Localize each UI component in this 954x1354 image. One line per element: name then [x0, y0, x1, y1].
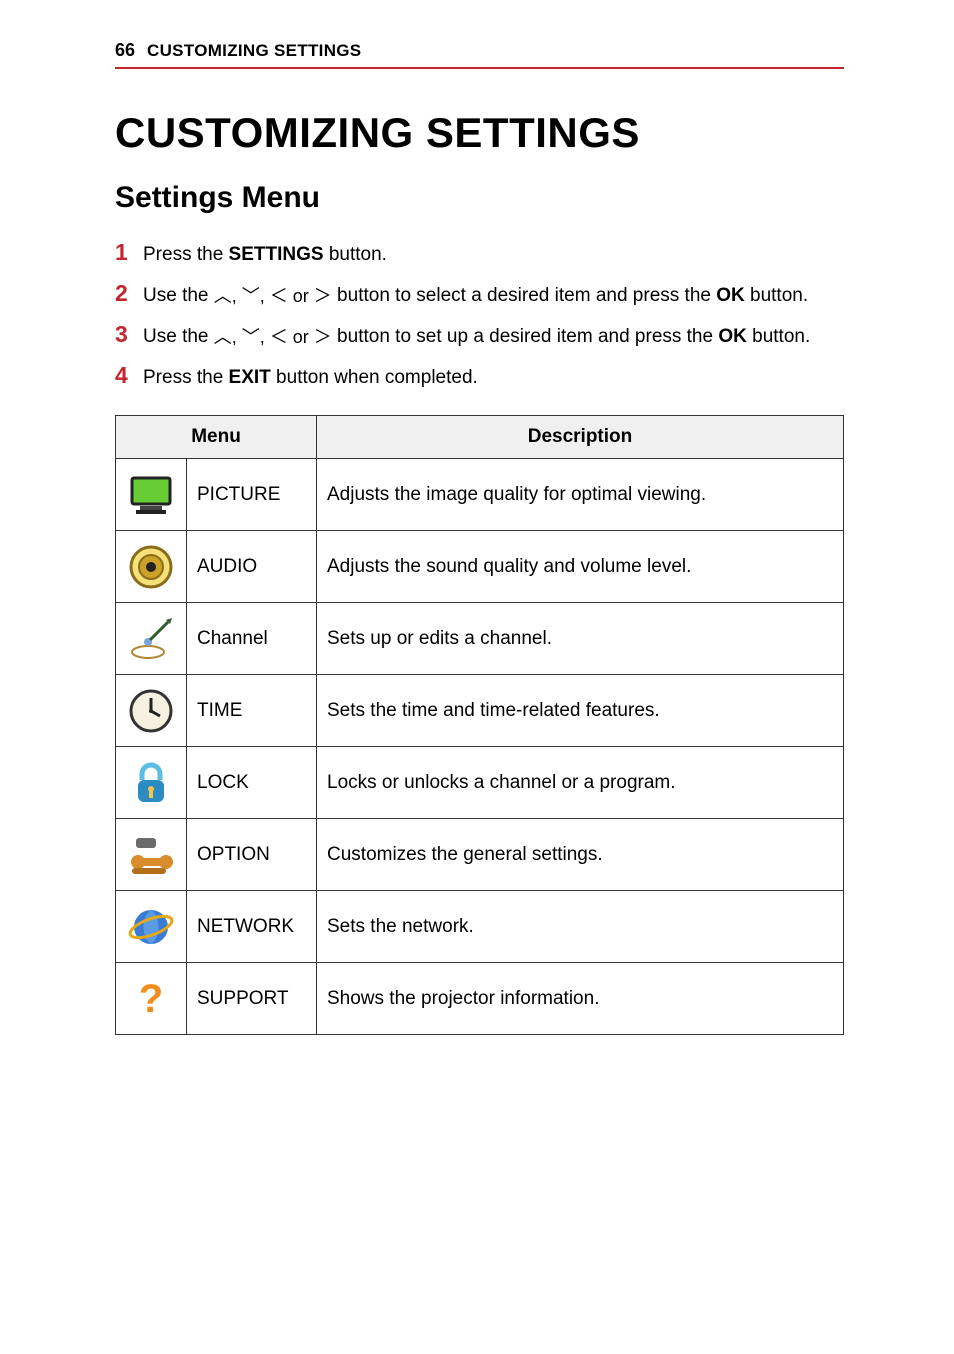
menu-description: Adjusts the image quality for optimal vi…: [317, 459, 844, 531]
table-row: Channel Sets up or edits a channel.: [116, 603, 844, 675]
menu-label: Channel: [187, 603, 317, 675]
icon-cell: [116, 459, 187, 531]
icon-cell: [116, 891, 187, 963]
step-number: 4: [115, 356, 137, 395]
table-row: NETWORK Sets the network.: [116, 891, 844, 963]
step-number: 2: [115, 274, 137, 313]
menu-label: OPTION: [187, 819, 317, 891]
table-row: ? SUPPORT Shows the projector informatio…: [116, 963, 844, 1035]
menu-label: NETWORK: [187, 891, 317, 963]
step-text: Use the ︿, ﹀, ＜ or ＞ button to set up a …: [143, 321, 810, 353]
menu-label: AUDIO: [187, 531, 317, 603]
steps-list: 1 Press the SETTINGS button. 2 Use the ︿…: [115, 233, 844, 395]
menu-description: Locks or unlocks a channel or a program.: [317, 747, 844, 819]
lock-icon: [126, 758, 176, 808]
picture-icon: [126, 470, 176, 520]
option-icon: [126, 830, 176, 880]
page-number: 66: [115, 40, 135, 61]
time-icon: [126, 686, 176, 736]
step-text: Use the ︿, ﹀, ＜ or ＞ button to select a …: [143, 280, 808, 312]
menu-label: LOCK: [187, 747, 317, 819]
step-text: Press the SETTINGS button.: [143, 239, 387, 271]
icon-cell: [116, 531, 187, 603]
audio-icon: [126, 542, 176, 592]
menu-description: Shows the projector information.: [317, 963, 844, 1035]
table-row: OPTION Customizes the general settings.: [116, 819, 844, 891]
step-3: 3 Use the ︿, ﹀, ＜ or ＞ button to set up …: [115, 315, 844, 354]
menu-description: Sets up or edits a channel.: [317, 603, 844, 675]
menu-table: Menu Description PICTURE Adjusts the ima…: [115, 415, 844, 1035]
page-header: 66 CUSTOMIZING SETTINGS: [115, 40, 844, 69]
col-header-menu: Menu: [116, 416, 317, 459]
svg-text:?: ?: [139, 977, 163, 1021]
menu-description: Customizes the general settings.: [317, 819, 844, 891]
table-row: PICTURE Adjusts the image quality for op…: [116, 459, 844, 531]
menu-description: Adjusts the sound quality and volume lev…: [317, 531, 844, 603]
icon-cell: [116, 675, 187, 747]
step-number: 1: [115, 233, 137, 272]
icon-cell: [116, 603, 187, 675]
step-number: 3: [115, 315, 137, 354]
step-2: 2 Use the ︿, ﹀, ＜ or ＞ button to select …: [115, 274, 844, 313]
support-icon: ?: [126, 974, 176, 1024]
menu-description: Sets the time and time-related features.: [317, 675, 844, 747]
step-4: 4 Press the EXIT button when completed.: [115, 356, 844, 395]
menu-label: TIME: [187, 675, 317, 747]
table-row: LOCK Locks or unlocks a channel or a pro…: [116, 747, 844, 819]
table-row: TIME Sets the time and time-related feat…: [116, 675, 844, 747]
icon-cell: ?: [116, 963, 187, 1035]
icon-cell: [116, 819, 187, 891]
nav-glyphs: ︿, ﹀, ＜ or ＞: [214, 287, 332, 305]
nav-glyphs: ︿, ﹀, ＜ or ＞: [214, 328, 332, 346]
section-title: Settings Menu: [115, 181, 844, 215]
menu-label: PICTURE: [187, 459, 317, 531]
step-1: 1 Press the SETTINGS button.: [115, 233, 844, 272]
header-running-title: CUSTOMIZING SETTINGS: [147, 41, 361, 61]
icon-cell: [116, 747, 187, 819]
menu-label: SUPPORT: [187, 963, 317, 1035]
step-text: Press the EXIT button when completed.: [143, 362, 478, 394]
col-header-description: Description: [317, 416, 844, 459]
channel-icon: [126, 614, 176, 664]
network-icon: [126, 902, 176, 952]
menu-description: Sets the network.: [317, 891, 844, 963]
table-row: AUDIO Adjusts the sound quality and volu…: [116, 531, 844, 603]
main-title: CUSTOMIZING SETTINGS: [115, 109, 844, 157]
